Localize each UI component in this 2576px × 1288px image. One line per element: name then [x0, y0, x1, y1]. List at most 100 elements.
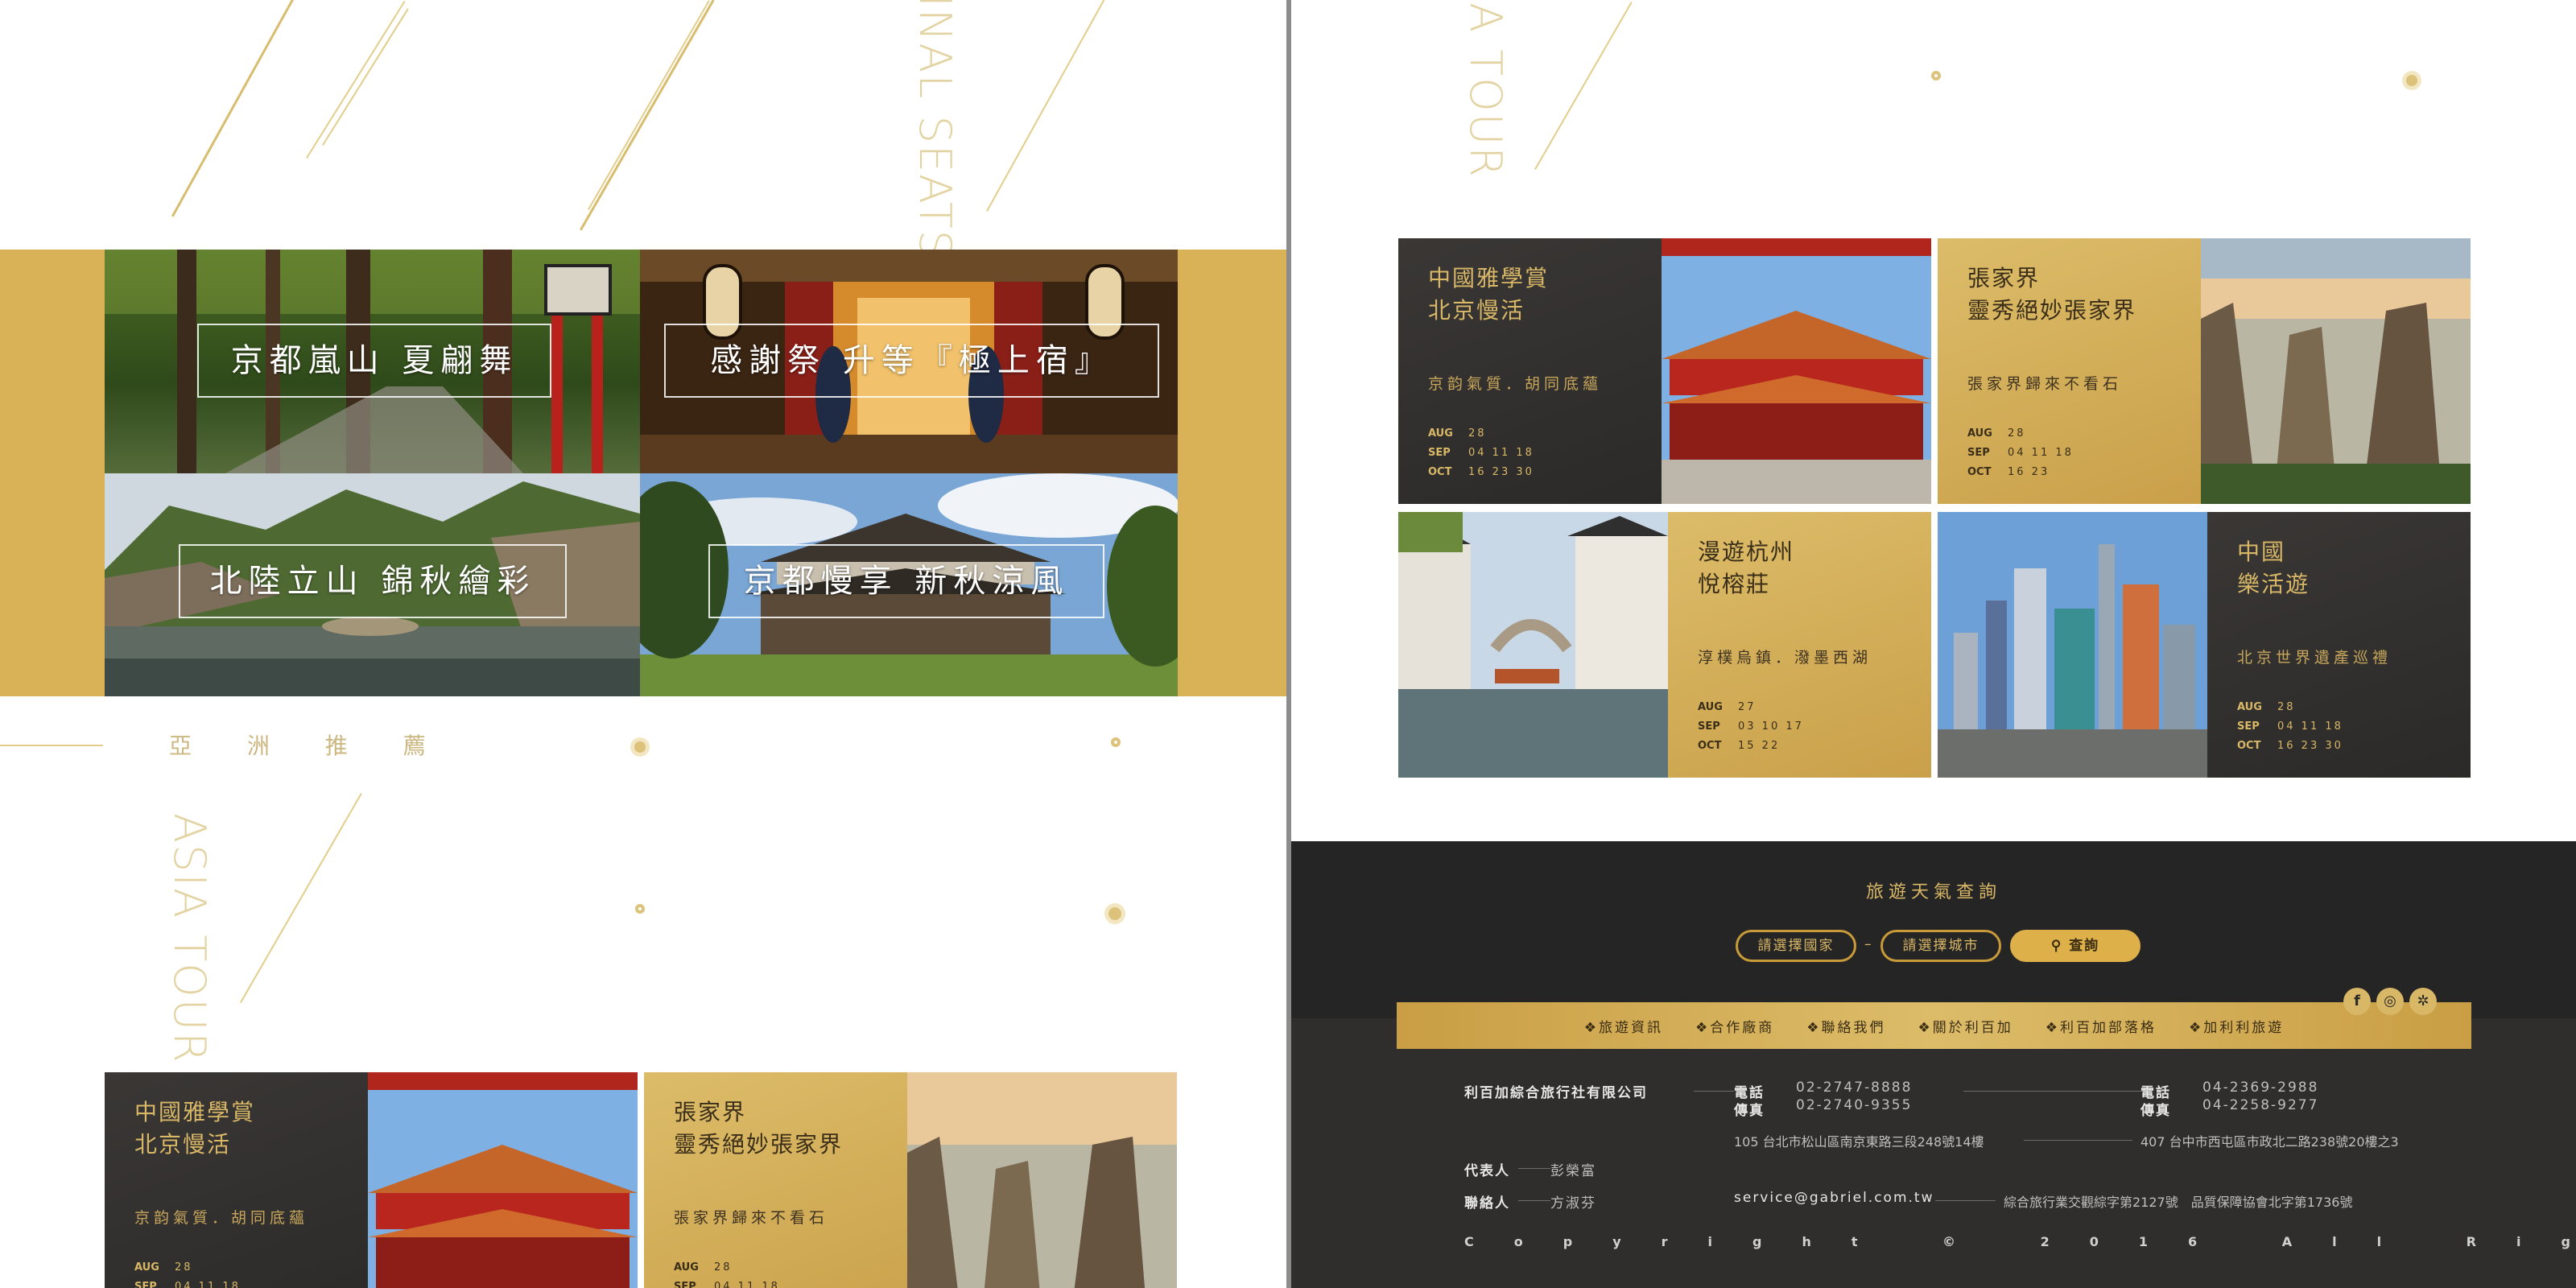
card-title: 悅榕莊 — [1698, 571, 1771, 597]
hero-tile-tateyama[interactable]: 北陸立山 錦秋繪彩 — [105, 473, 640, 696]
city-select[interactable]: 請選擇城市 — [1880, 930, 2001, 962]
city-skyline-photo — [1938, 512, 2207, 778]
card-dates: AUG 28 SEP 04 11 18 — [674, 1258, 907, 1288]
card-text: 張家界 靈秀絕妙張家界 張家界歸來不看石 AUG 28 SEP 04 11 18 O… — [1938, 238, 2201, 504]
date-days: 04 11 18 — [175, 1281, 241, 1288]
footer-nav: ❖旅遊資訊 ❖合作廠商 ❖聯絡我們 ❖關於利百加 ❖利百加部落格 ❖加利利旅遊 — [1397, 1002, 2471, 1049]
decor-dot — [1931, 71, 1941, 80]
card-title: 靈秀絕妙張家界 — [674, 1131, 844, 1158]
tour-card-hangzhou[interactable]: 漫遊杭州 悅榕莊 淳樸烏鎮．潑墨西湖 AUG 27 SEP 03 10 17 OCT… — [1398, 512, 1931, 778]
weather-search-button[interactable]: ⚲ 查詢 — [2010, 930, 2140, 962]
left-page-panel: FINAL SEATS 京都嵐山 夏翩舞 感謝祭 升等『極上宿』 北陸立山 錦秋… — [0, 0, 1286, 1288]
hero-tile-arashiyama[interactable]: 京都嵐山 夏翩舞 — [105, 250, 640, 473]
card-title: 張家界 — [1967, 265, 2041, 291]
weather-title: 旅遊天氣查詢 — [1865, 882, 2001, 902]
site-footer: 旅遊天氣查詢 請選擇國家 – 請選擇城市 ⚲ 查詢 ❖旅遊資訊 ❖合作廠商 ❖聯… — [1291, 841, 2576, 1288]
decor-line — [986, 0, 1105, 212]
date-month: AUG — [1698, 701, 1723, 713]
forbidden-city-photo — [1662, 238, 1931, 504]
divider-line — [1935, 1200, 1996, 1201]
date-days: 28 — [175, 1261, 193, 1274]
fax-taichung: 04-2258-9277 — [2202, 1097, 2319, 1113]
card-text: 中國 樂活遊 北京世界遺產巡禮 AUG 28 SEP 04 11 18 OCT 16 … — [2207, 512, 2471, 778]
decor-line — [240, 793, 362, 1003]
tour-card-china-leisure[interactable]: 中國 樂活遊 北京世界遺產巡禮 AUG 28 SEP 04 11 18 OCT 16 … — [1938, 512, 2471, 778]
address-taichung: 407 台中市西屯區市政北二路238號20樓之3 — [2140, 1134, 2399, 1150]
tour-card-beijing[interactable]: 中國雅學賞 北京慢活 京韵氣質．胡同底蘊 AUG 28 SEP 04 11 18 — [105, 1072, 638, 1288]
tour-card-zhangjiajie[interactable]: 張家界 靈秀絕妙張家界 張家界歸來不看石 AUG 28 SEP 04 11 18 — [644, 1072, 1177, 1288]
date-days: 28 — [2277, 701, 2296, 713]
final-seats-vertical-text: FINAL SEATS — [910, 0, 960, 259]
card-title: 北京慢活 — [1428, 297, 1525, 324]
card-title: 樂活遊 — [2237, 571, 2310, 597]
contact-name: 方淑芬 — [1550, 1195, 1596, 1212]
card-title: 中國 — [2237, 539, 2286, 565]
fax-taipei: 02-2740-9355 — [1796, 1097, 1913, 1113]
tour-card-zhangjiajie[interactable]: 張家界 靈秀絕妙張家界 張家界歸來不看石 AUG 28 SEP 04 11 18 O… — [1938, 238, 2471, 504]
card-subtitle: 張家界歸來不看石 — [674, 1209, 829, 1227]
search-icon: ⚲ — [2050, 938, 2063, 954]
hero-caption: 北陸立山 錦秋繪彩 — [179, 544, 567, 618]
card-dates: AUG 28 SEP 04 11 18 OCT 16 23 30 — [2237, 698, 2471, 756]
decor-line — [1534, 2, 1633, 171]
license-info: 綜合旅行業交觀綜字第2127號 品質保障協會北字第1736號 — [2004, 1195, 2353, 1210]
decor-line — [580, 0, 715, 231]
contact-label: 聯絡人 — [1464, 1195, 1510, 1212]
card-text: 張家界 靈秀絕妙張家界 張家界歸來不看石 AUG 28 SEP 04 11 18 — [644, 1072, 907, 1288]
instagram-icon[interactable]: ◎ — [2376, 988, 2404, 1015]
date-days: 03 10 17 — [1738, 720, 1804, 733]
date-month: AUG — [134, 1261, 159, 1274]
copyright-text: Copyright © 2016 All Rights Reserved — [1464, 1234, 2576, 1249]
date-month: AUG — [1967, 427, 1992, 440]
facebook-icon[interactable]: f — [2343, 988, 2371, 1015]
divider-line — [1963, 1091, 2149, 1092]
date-month: SEP — [1698, 720, 1720, 733]
nav-travel-info[interactable]: ❖旅遊資訊 — [1584, 1016, 1663, 1036]
card-subtitle: 北京世界遺產巡禮 — [2237, 649, 2392, 667]
card-subtitle: 京韵氣質．胡同底蘊 — [1428, 375, 1603, 393]
date-days: 04 11 18 — [2008, 447, 2074, 459]
select-dash: – — [1864, 936, 1873, 952]
card-dates: AUG 28 SEP 04 11 18 OCT 16 23 30 — [1428, 424, 1662, 482]
representative-label: 代表人 — [1464, 1163, 1510, 1179]
card-title: 張家界 — [674, 1099, 747, 1125]
nav-blog[interactable]: ❖利百加部落格 — [2046, 1016, 2157, 1036]
nav-contact[interactable]: ❖聯絡我們 — [1806, 1016, 1885, 1036]
search-button-label: 查詢 — [2069, 938, 2100, 954]
asia-tour-vertical-text: ASIA TOUR — [164, 813, 215, 1064]
date-days: 28 — [2008, 427, 2026, 440]
tour-card-beijing[interactable]: 中國雅學賞 北京慢活 京韵氣質．胡同底蘊 AUG 28 SEP 04 11 18 O… — [1398, 238, 1931, 504]
card-text: 漫遊杭州 悅榕莊 淳樸烏鎮．潑墨西湖 AUG 27 SEP 03 10 17 OCT… — [1668, 512, 1931, 778]
address-taipei: 105 台北市松山區南京東路三段248號14樓 — [1734, 1134, 1984, 1150]
date-days: 28 — [1468, 427, 1487, 440]
hero-tile-todaiji[interactable]: 京都慢享 新秋涼風 — [640, 473, 1178, 696]
card-title: 中國雅學賞 — [1428, 265, 1550, 291]
date-days: 15 22 — [1738, 740, 1781, 752]
decor-line — [306, 0, 406, 159]
date-month: OCT — [1428, 466, 1452, 478]
hero-tile-hotel[interactable]: 感謝祭 升等『極上宿』 — [640, 250, 1178, 473]
contact-email[interactable]: service@gabriel.com.tw — [1734, 1190, 1934, 1206]
date-month: SEP — [1967, 447, 1990, 459]
date-month: AUG — [1428, 427, 1453, 440]
date-month: AUG — [2237, 701, 2262, 713]
card-subtitle: 淳樸烏鎮．潑墨西湖 — [1698, 649, 1872, 667]
country-select[interactable]: 請選擇國家 — [1736, 930, 1856, 962]
card-dates: AUG 27 SEP 03 10 17 OCT 15 22 — [1698, 698, 1931, 756]
date-month: SEP — [134, 1281, 157, 1288]
date-month: SEP — [2237, 720, 2260, 733]
asia-tour-vertical-text: ASIA TOUR — [1460, 0, 1511, 179]
date-days: 04 11 18 — [714, 1281, 780, 1288]
representative-name: 彭榮富 — [1550, 1163, 1596, 1179]
water-town-photo — [1398, 512, 1668, 778]
card-subtitle: 京韵氣質．胡同底蘊 — [134, 1209, 309, 1227]
date-days: 16 23 30 — [2277, 740, 2343, 752]
divider-line — [1694, 1091, 1734, 1092]
date-days: 16 23 30 — [1468, 466, 1534, 478]
decor-line — [322, 8, 409, 147]
share-icon[interactable]: ✲ — [2409, 988, 2437, 1015]
hero-banner: 京都嵐山 夏翩舞 感謝祭 升等『極上宿』 北陸立山 錦秋繪彩 京都慢享 新秋涼風 — [0, 250, 1286, 696]
nav-partners[interactable]: ❖合作廠商 — [1695, 1016, 1774, 1036]
nav-galilee-travel[interactable]: ❖加利利旅遊 — [2189, 1016, 2284, 1036]
nav-about[interactable]: ❖關於利百加 — [1918, 1016, 2013, 1036]
